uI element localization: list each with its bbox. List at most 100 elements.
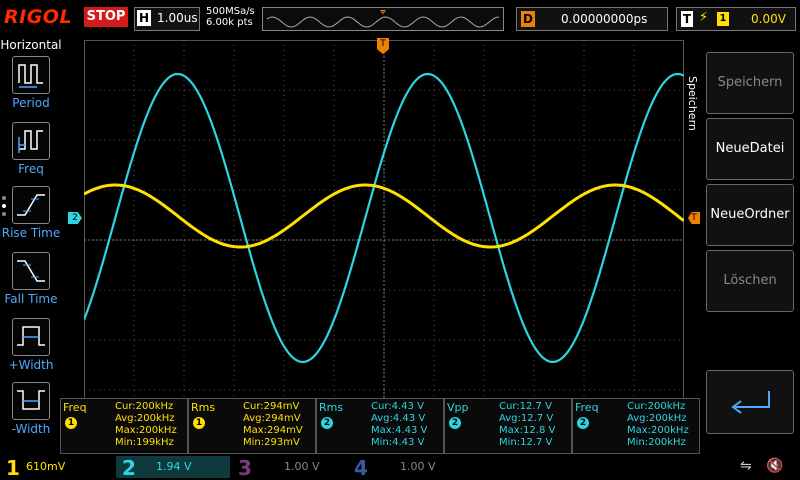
measurement-min: Min:4.43 V <box>371 437 425 448</box>
measurement-name: Vpp <box>447 401 469 414</box>
measure-fall-time-button[interactable]: Fall Time <box>0 252 62 312</box>
measurement-cur: Cur:200kHz <box>115 401 174 412</box>
measurement-avg: Avg:200kHz <box>115 413 175 424</box>
measurement-max: Max:200kHz <box>115 425 177 436</box>
enter-button[interactable] <box>706 370 794 434</box>
delay-label: D <box>521 11 535 27</box>
channel-number: 3 <box>238 456 252 480</box>
channel-number: 2 <box>122 456 136 480</box>
measurement-avg: Avg:294mV <box>243 413 301 424</box>
measurement-name: Rms <box>319 401 344 414</box>
measurement-avg: Avg:4.43 V <box>371 413 426 424</box>
measure-neg-width-button[interactable]: -Width <box>0 382 62 442</box>
measurement-channel: 1 <box>65 417 77 429</box>
delay-value: 0.00000000ps <box>561 12 648 26</box>
channel-1-tab[interactable]: 1 610mV <box>0 456 114 480</box>
speichern-button[interactable]: Speichern <box>706 52 794 114</box>
measurement-channel: 2 <box>321 417 333 429</box>
timebase-box[interactable]: H 1.00us <box>134 7 200 31</box>
measure-menu-panel: Horizontal Period Freq Rise Time Fall Ti… <box>0 36 62 454</box>
measure-period-button[interactable]: Period <box>0 56 62 116</box>
rising-edge-icon: ⚡ <box>699 10 709 25</box>
measurement-max: Max:294mV <box>243 425 303 436</box>
channel-status-bar: 1 610mV 2 1.94 V 3 1.00 V 4 1.00 V ⇋ 🔇 <box>0 454 800 480</box>
measurement-name: Freq <box>63 401 87 414</box>
usb-icon: ⇋ <box>740 458 752 474</box>
channel-2-tab[interactable]: 2 1.94 V <box>116 456 230 480</box>
measurement-min: Min:200kHz <box>627 437 686 448</box>
measure-freq-button[interactable]: Freq <box>0 122 62 182</box>
period-icon <box>12 56 50 94</box>
page-dots <box>2 196 8 216</box>
channel-number: 1 <box>6 456 20 480</box>
measurement-box[interactable]: Freq 2 Cur:200kHz Avg:200kHz Max:200kHz … <box>572 398 700 454</box>
save-menu-panel: Speichern Speichern NeueDatei NeueOrdner… <box>686 36 800 456</box>
trigger-source: 1 <box>717 12 729 26</box>
measurement-cur: Cur:294mV <box>243 401 300 412</box>
measurement-cur: Cur:12.7 V <box>499 401 552 412</box>
sample-rate-readout: 500MSa/s 6.00k pts <box>206 6 255 28</box>
measurement-max: Max:4.43 V <box>371 425 428 436</box>
measurement-box[interactable]: Rms 2 Cur:4.43 V Avg:4.43 V Max:4.43 V M… <box>316 398 444 454</box>
enter-arrow-icon <box>731 391 770 414</box>
measurement-avg: Avg:12.7 V <box>499 413 554 424</box>
memory-overview-strip[interactable]: T <box>262 7 504 31</box>
measure-rise-time-button[interactable]: Rise Time <box>0 186 62 246</box>
neue-datei-button[interactable]: NeueDatei <box>706 118 794 180</box>
measurement-box[interactable]: Vpp 2 Cur:12.7 V Avg:12.7 V Max:12.8 V M… <box>444 398 572 454</box>
measurement-values: Cur:12.7 V Avg:12.7 V Max:12.8 V Min:12.… <box>499 401 555 449</box>
measurement-box[interactable]: Rms 1 Cur:294mV Avg:294mV Max:294mV Min:… <box>188 398 316 454</box>
measurement-channel: 1 <box>193 417 205 429</box>
waveform-grid <box>82 40 685 440</box>
measurement-cur: Cur:200kHz <box>627 401 686 412</box>
measurement-max: Max:200kHz <box>627 425 689 436</box>
measure-period-label: Period <box>12 96 50 110</box>
measure-rise-time-label: Rise Time <box>1 226 61 240</box>
ch2-offset-marker[interactable]: 2 <box>68 212 82 224</box>
speaker-mute-icon: 🔇 <box>766 458 784 474</box>
measurement-min: Min:293mV <box>243 437 300 448</box>
measurement-channel: 2 <box>577 417 589 429</box>
measurement-values: Cur:200kHz Avg:200kHz Max:200kHz Min:199… <box>115 401 177 449</box>
loeschen-button[interactable]: Löschen <box>706 250 794 312</box>
measurement-name: Freq <box>575 401 599 414</box>
channel-3-tab[interactable]: 3 1.00 V <box>232 456 346 480</box>
measurement-values: Cur:200kHz Avg:200kHz Max:200kHz Min:200… <box>627 401 689 449</box>
memory-depth: 6.00k pts <box>206 17 253 28</box>
channel-scale: 1.00 V <box>400 460 436 473</box>
channel-scale: 610mV <box>26 460 66 473</box>
timebase-label: H <box>137 10 151 26</box>
measurement-cur: Cur:4.43 V <box>371 401 424 412</box>
neue-ordner-button[interactable]: NeueOrdner <box>706 184 794 246</box>
sample-rate: 500MSa/s <box>206 6 255 17</box>
timebase-value: 1.00us <box>157 11 198 25</box>
measure-pos-width-button[interactable]: +Width <box>0 318 62 378</box>
memory-overview-wave: T <box>266 10 500 28</box>
measurement-avg: Avg:200kHz <box>627 413 687 424</box>
measurement-min: Min:12.7 V <box>499 437 553 448</box>
rigol-logo: RIGOL <box>4 6 73 28</box>
fall-time-icon <box>12 252 50 290</box>
channel-4-tab[interactable]: 4 1.00 V <box>348 456 462 480</box>
delay-box[interactable]: D 0.00000000ps <box>516 7 668 31</box>
positive-width-icon <box>12 318 50 356</box>
measure-pos-width-label: +Width <box>8 358 54 372</box>
measure-menu-title: Horizontal <box>0 38 62 52</box>
trigger-position-label: T <box>380 11 385 18</box>
trigger-level: 0.00V <box>751 12 786 26</box>
measure-fall-time-label: Fall Time <box>4 292 58 306</box>
trigger-box[interactable]: T ⚡ 1 0.00V <box>676 7 796 31</box>
measure-neg-width-label: -Width <box>11 422 51 436</box>
measurement-min: Min:199kHz <box>115 437 174 448</box>
waveform-display[interactable] <box>82 40 685 440</box>
measurement-results: Freq 1 Cur:200kHz Avg:200kHz Max:200kHz … <box>60 398 700 454</box>
channel-number: 4 <box>354 456 368 480</box>
measurement-max: Max:12.8 V <box>499 425 556 436</box>
measure-freq-label: Freq <box>18 162 44 176</box>
run-stop-indicator[interactable]: STOP <box>84 7 128 27</box>
frequency-icon <box>12 122 50 160</box>
trigger-label: T <box>681 11 693 27</box>
channel-scale: 1.94 V <box>156 460 192 473</box>
measurement-box[interactable]: Freq 1 Cur:200kHz Avg:200kHz Max:200kHz … <box>60 398 188 454</box>
negative-width-icon <box>12 382 50 420</box>
